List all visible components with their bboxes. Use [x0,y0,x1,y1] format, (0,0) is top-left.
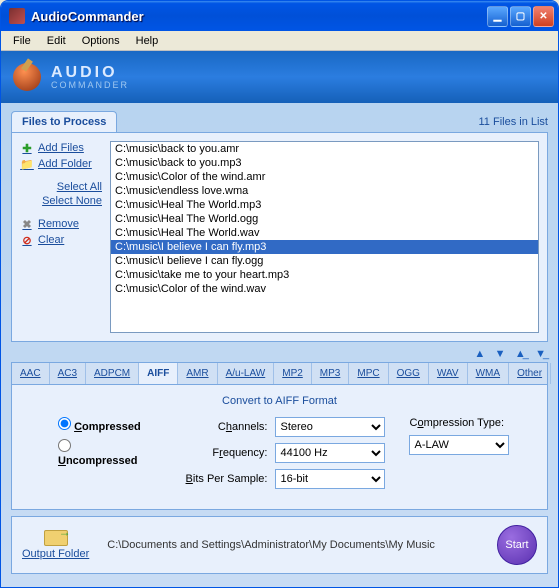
format-tab-wav[interactable]: WAV [429,363,468,384]
clear-link[interactable]: ⊘Clear [20,233,102,247]
output-path: C:\Documents and Settings\Administrator\… [107,539,497,551]
format-tab-aiff[interactable]: AIFF [139,363,178,384]
brand-banner: AUDIO COMMANDER [1,51,558,103]
main-body: Files to Process 11 Files in List ✚Add F… [1,103,558,587]
folder-icon: 📁 [20,157,34,171]
compression-mode: Compressed Uncompressed [28,417,151,495]
list-item[interactable]: C:\music\back to you.mp3 [111,156,538,170]
window-title: AudioCommander [31,9,485,24]
maximize-button[interactable]: ▢ [510,6,531,27]
format-tab-other[interactable]: Other [509,363,551,384]
frequency-label: Frequency: [175,447,275,459]
channels-select[interactable]: Stereo [275,417,385,437]
channels-label: Channels: [175,421,275,433]
format-tab-mp3[interactable]: MP3 [312,363,350,384]
footer-bar: Output Folder C:\Documents and Settings\… [11,516,548,574]
format-tab-ogg[interactable]: OGG [389,363,429,384]
move-top-button[interactable]: ▲̲ [515,348,526,360]
output-folder-icon [44,530,68,546]
select-all-link[interactable]: Select All [20,181,102,193]
list-item[interactable]: C:\music\back to you.amr [111,142,538,156]
brand-subtitle: COMMANDER [51,80,129,90]
format-tab-wma[interactable]: WMA [468,363,509,384]
add-files-link[interactable]: ✚Add Files [20,141,102,155]
menu-file[interactable]: File [5,33,39,49]
format-tab-amr[interactable]: AMR [178,363,217,384]
frequency-select[interactable]: 44100 Hz [275,443,385,463]
format-tabs: AACAC3ADPCMAIFFAMRA/u-LAWMP2MP3MPCOGGWAV… [11,362,548,385]
compressed-radio[interactable]: Compressed [58,417,151,433]
params: Channels:Stereo Frequency:44100 Hz Bits … [175,417,385,495]
x-icon: ✖ [20,217,34,231]
uncompressed-radio[interactable]: Uncompressed [58,439,151,467]
format-tab-aulaw[interactable]: A/u-LAW [218,363,275,384]
format-tab-mp2[interactable]: MP2 [274,363,312,384]
titlebar: AudioCommander ▁ ▢ ✕ [1,1,558,31]
list-item[interactable]: C:\music\take me to your heart.mp3 [111,268,538,282]
format-tab-adpcm[interactable]: ADPCM [86,363,139,384]
list-item[interactable]: C:\music\Color of the wind.wav [111,282,538,296]
list-order-arrows: ▲ ▼ ▲̲ ▼̲ [11,342,548,362]
list-item[interactable]: C:\music\Heal The World.ogg [111,212,538,226]
tab-files-to-process[interactable]: Files to Process [11,111,117,132]
menu-options[interactable]: Options [74,33,128,49]
compression-type-select[interactable]: A-LAW [409,435,509,455]
app-icon [9,8,25,24]
menu-help[interactable]: Help [128,33,167,49]
convert-title: Convert to AIFF Format [28,395,531,407]
compression-type: Compression Type: A-LAW [409,417,531,495]
list-item[interactable]: C:\music\endless love.wma [111,184,538,198]
brand-logo-icon [13,63,41,91]
close-button[interactable]: ✕ [533,6,554,27]
list-item[interactable]: C:\music\I believe I can fly.ogg [111,254,538,268]
file-list[interactable]: C:\music\back to you.amrC:\music\back to… [110,141,539,333]
no-entry-icon: ⊘ [20,233,34,247]
files-panel: ✚Add Files 📁Add Folder Select All Select… [11,132,548,342]
bits-per-sample-label: Bits Per Sample: [175,473,275,485]
remove-link[interactable]: ✖Remove [20,217,102,231]
list-item[interactable]: C:\music\Heal The World.mp3 [111,198,538,212]
menu-edit[interactable]: Edit [39,33,74,49]
move-bottom-button[interactable]: ▼̲ [535,348,546,360]
list-item[interactable]: C:\music\Color of the wind.amr [111,170,538,184]
output-folder-button[interactable]: Output Folder [22,530,89,560]
format-tab-aac[interactable]: AAC [12,363,50,384]
select-none-link[interactable]: Select None [20,195,102,207]
minimize-button[interactable]: ▁ [487,6,508,27]
move-up-button[interactable]: ▲ [474,348,485,360]
format-tab-ac3[interactable]: AC3 [50,363,86,384]
start-button[interactable]: Start [497,525,537,565]
list-item[interactable]: C:\music\I believe I can fly.mp3 [111,240,538,254]
plus-icon: ✚ [20,141,34,155]
bits-per-sample-select[interactable]: 16-bit [275,469,385,489]
tab-row: Files to Process 11 Files in List [11,111,548,132]
app-window: AudioCommander ▁ ▢ ✕ File Edit Options H… [0,0,559,588]
menubar: File Edit Options Help [1,31,558,51]
add-folder-link[interactable]: 📁Add Folder [20,157,102,171]
format-tab-mpc[interactable]: MPC [349,363,388,384]
compression-type-label: Compression Type: [409,417,531,429]
files-count-label: 11 Files in List [479,116,549,132]
convert-panel: Convert to AIFF Format Compressed Uncomp… [11,385,548,510]
side-actions: ✚Add Files 📁Add Folder Select All Select… [20,141,102,333]
move-down-button[interactable]: ▼ [495,348,506,360]
list-item[interactable]: C:\music\Heal The World.wav [111,226,538,240]
